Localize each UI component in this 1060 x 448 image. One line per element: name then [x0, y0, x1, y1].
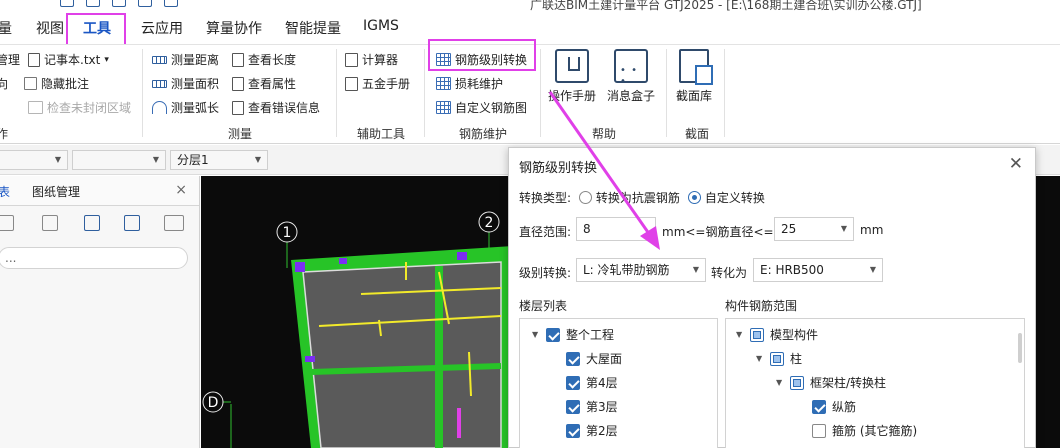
annotation-arrow-head: [640, 226, 660, 250]
annotation-arrow-line: [548, 91, 654, 239]
annotation-overlay: [548, 91, 660, 250]
